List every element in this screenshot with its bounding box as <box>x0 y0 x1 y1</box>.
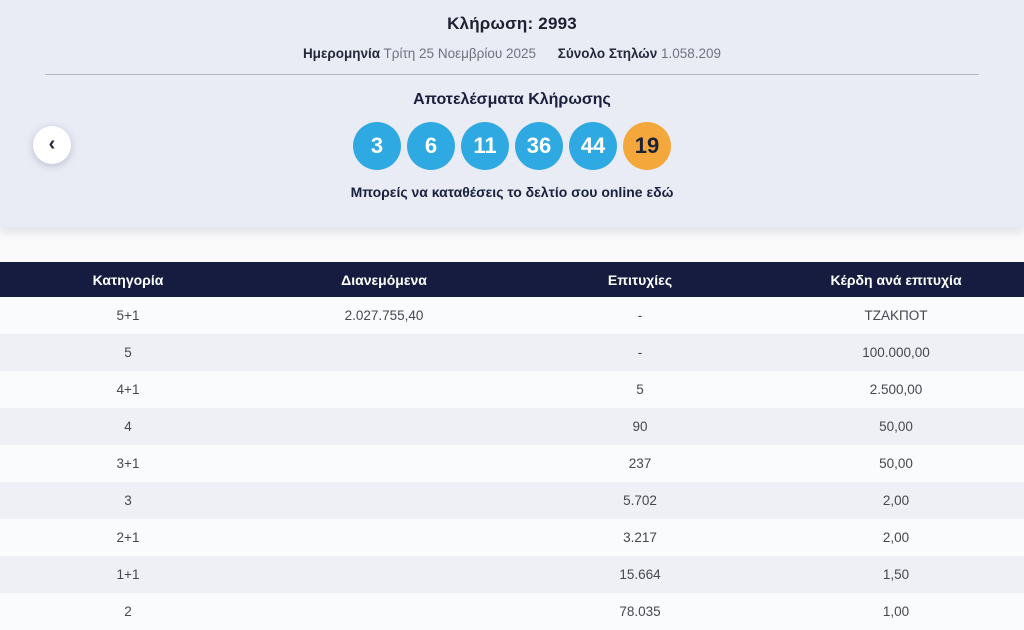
cell-prize: 2,00 <box>882 530 910 545</box>
cell-category: 5+1 <box>116 308 140 323</box>
header-distributed: Διανεμόμενα <box>341 271 427 288</box>
table-row: 4+1 5 2.500,00 <box>0 371 1024 408</box>
number-ball: 6 <box>407 122 455 170</box>
cell-winners: 78.035 <box>619 604 661 619</box>
cell-winners: - <box>637 345 643 360</box>
draw-meta: Ημερομηνία Τρίτη 25 Νοεμβρίου 2025 Σύνολ… <box>0 46 1024 61</box>
previous-draw-button[interactable]: ‹ <box>33 126 71 164</box>
cell-category: 2+1 <box>116 530 140 545</box>
cell-category: 3+1 <box>116 456 140 471</box>
prize-table: Κατηγορία Διανεμόμενα Επιτυχίες Κέρδη αν… <box>0 262 1024 630</box>
cell-winners: 15.664 <box>619 567 661 582</box>
table-row: 2 78.035 1,00 <box>0 593 1024 630</box>
total-columns: Σύνολο Στηλών 1.058.209 <box>558 46 721 61</box>
number-ball: 11 <box>461 122 509 170</box>
results-title: Αποτελέσματα Κλήρωσης <box>413 91 611 108</box>
table-body: 5+1 2.027.755,40 - ΤΖΑΚΠΟΤ 5 - 100.000,0… <box>0 297 1024 630</box>
chevron-left-icon: ‹ <box>48 133 56 155</box>
number-ball: 36 <box>515 122 563 170</box>
cell-prize: 50,00 <box>879 456 913 471</box>
cell-winners: 5 <box>636 382 644 397</box>
cell-prize: 100.000,00 <box>862 345 930 360</box>
columns-value: 1.058.209 <box>660 46 722 61</box>
cell-winners: 5.702 <box>623 493 657 508</box>
draw-summary-section: Κλήρωση: 2993 Ημερομηνία Τρίτη 25 Νοεμβρ… <box>0 0 1024 227</box>
date-value: Τρίτη 25 Νοεμβρίου 2025 <box>383 46 536 61</box>
page-title: Κλήρωση: 2993 <box>0 0 1024 34</box>
cell-prize: 1,50 <box>882 567 910 582</box>
table-row: 5+1 2.027.755,40 - ΤΖΑΚΠΟΤ <box>0 297 1024 334</box>
cell-distributed: 2.027.755,40 <box>344 308 424 323</box>
cell-prize: 50,00 <box>879 419 913 434</box>
cell-category: 1+1 <box>116 567 140 582</box>
cell-prize: 2.500,00 <box>869 382 923 397</box>
cell-winners: 237 <box>628 456 652 471</box>
winning-numbers: 3 6 11 36 44 19 <box>0 122 1024 170</box>
draw-number: 2993 <box>538 14 577 33</box>
header-winners: Επιτυχίες <box>607 271 673 288</box>
header-category: Κατηγορία <box>92 271 164 288</box>
draw-label: Κλήρωση: <box>447 14 534 33</box>
cell-prize: 2,00 <box>882 493 910 508</box>
cell-category: 5 <box>124 345 132 360</box>
table-row: 5 - 100.000,00 <box>0 334 1024 371</box>
draw-date: Ημερομηνία Τρίτη 25 Νοεμβρίου 2025 <box>303 46 540 61</box>
date-label: Ημερομηνία <box>302 46 381 61</box>
table-row: 3+1 237 50,00 <box>0 445 1024 482</box>
divider <box>45 74 979 75</box>
columns-label: Σύνολο Στηλών <box>557 46 658 61</box>
cell-category: 2 <box>124 604 132 619</box>
cell-winners: 3.217 <box>623 530 657 545</box>
table-row: 3 5.702 2,00 <box>0 482 1024 519</box>
cell-winners: 90 <box>632 419 648 434</box>
cell-prize: ΤΖΑΚΠΟΤ <box>864 308 928 323</box>
cell-winners: - <box>637 308 643 323</box>
number-ball: 44 <box>569 122 617 170</box>
cell-category: 4+1 <box>116 382 140 397</box>
table-row: 1+1 15.664 1,50 <box>0 556 1024 593</box>
cell-category: 3 <box>124 493 132 508</box>
submit-online-link[interactable]: Μπορείς να καταθέσεις το δελτίο σου onli… <box>0 184 1024 200</box>
header-prize: Κέρδη ανά επιτυχία <box>830 271 962 288</box>
cell-prize: 1,00 <box>882 604 910 619</box>
table-row: 2+1 3.217 2,00 <box>0 519 1024 556</box>
number-ball: 3 <box>353 122 401 170</box>
table-header-row: Κατηγορία Διανεμόμενα Επιτυχίες Κέρδη αν… <box>0 262 1024 297</box>
cell-category: 4 <box>124 419 132 434</box>
table-row: 4 90 50,00 <box>0 408 1024 445</box>
joker-ball: 19 <box>623 122 671 170</box>
